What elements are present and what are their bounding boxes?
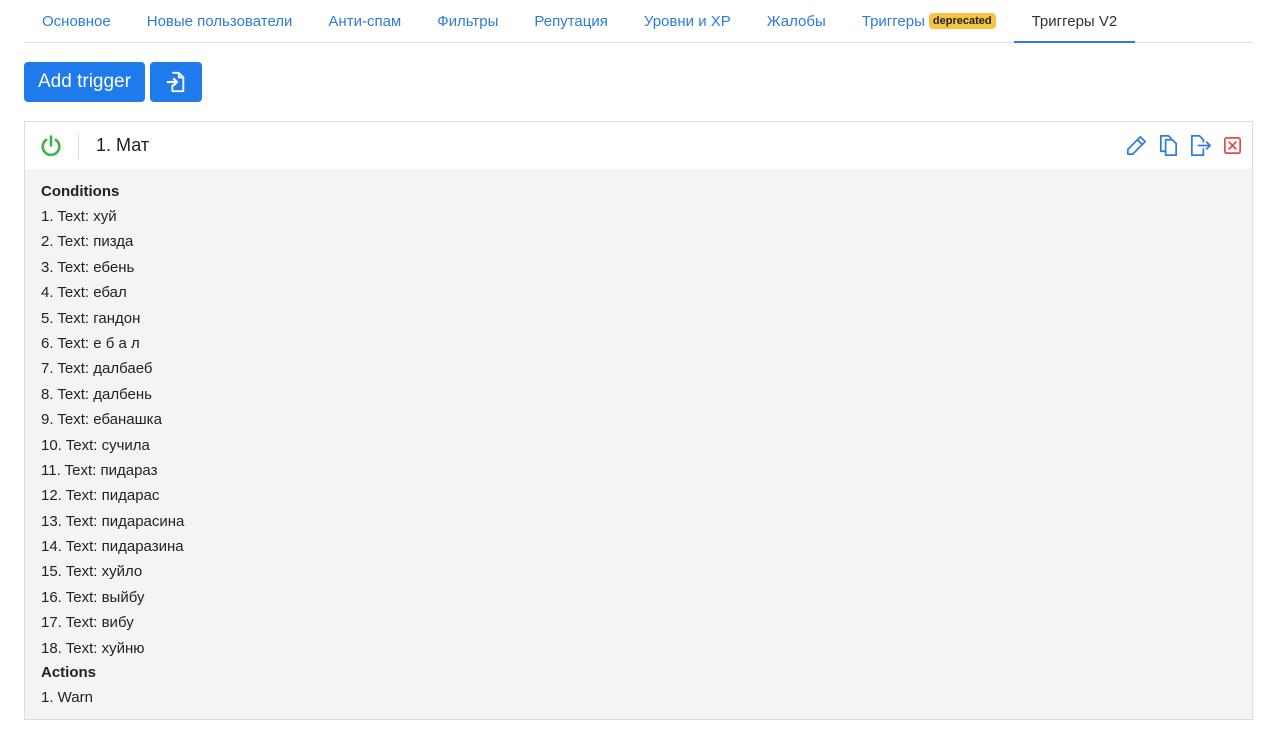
import-button[interactable] [149, 62, 202, 102]
condition-item: 8. Text: далбень [41, 385, 152, 403]
page: Основное Новые пользователи Анти-спам Фи… [0, 0, 1280, 729]
tab-triggers-v2[interactable]: Триггеры V2 [1013, 0, 1136, 43]
pencil-icon[interactable] [1125, 134, 1148, 157]
tab-complaints[interactable]: Жалобы [749, 0, 844, 42]
tab-main[interactable]: Основное [24, 0, 129, 42]
tab-new-users[interactable]: Новые пользователи [129, 0, 311, 42]
condition-item: 6. Text: е б а л [41, 334, 140, 352]
deprecated-badge: deprecated [928, 13, 996, 29]
tab-filters[interactable]: Фильтры [419, 0, 516, 42]
condition-item: 5. Text: гандон [41, 309, 141, 327]
tab-label: Основное [42, 12, 111, 30]
condition-item: 9. Text: ебанашка [41, 411, 162, 429]
condition-item: 7. Text: далбаеб [41, 360, 153, 378]
tab-label: Жалобы [766, 12, 826, 30]
tab-label: Новые пользователи [146, 12, 293, 30]
condition-item: 13. Text: пидарасина [41, 512, 185, 530]
action-item: 1. Warn [41, 689, 93, 707]
condition-item: 1. Text: хуй [41, 208, 117, 225]
condition-item: 11. Text: пидараз [41, 461, 158, 479]
toolbar: Add trigger [24, 62, 202, 102]
trigger-title: 1. Мат [96, 135, 150, 155]
trigger-card: 1. Мат Conditions 1. Text: хуй 2. Text: … [24, 121, 1253, 720]
condition-item: 18. Text: хуйню [41, 639, 145, 657]
condition-item: 17. Text: вибу [41, 614, 134, 632]
tab-anti-spam[interactable]: Анти-спам [310, 0, 419, 42]
copy-icon[interactable] [1157, 134, 1180, 157]
condition-item: 15. Text: хуйло [41, 563, 143, 581]
export-icon[interactable] [1189, 134, 1212, 157]
delete-icon[interactable] [1221, 134, 1244, 157]
file-import-icon [166, 71, 185, 93]
tab-label: Анти-спам [328, 12, 402, 30]
condition-item: 16. Text: выйбу [41, 588, 145, 606]
condition-item: 12. Text: пидарас [41, 487, 160, 505]
tab-label: Фильтры [437, 12, 499, 30]
tab-reputation[interactable]: Репутация [516, 0, 625, 42]
header-divider [78, 132, 79, 159]
add-trigger-button[interactable]: Add trigger [24, 62, 145, 102]
tab-triggers[interactable]: Триггеры deprecated [844, 0, 1014, 42]
trigger-header: 1. Мат [25, 122, 1252, 169]
power-icon[interactable] [39, 134, 63, 158]
tab-levels-xp[interactable]: Уровни и XP [626, 0, 749, 42]
condition-item: 10. Text: сучила [41, 436, 150, 454]
tab-label: Репутация [534, 12, 608, 30]
tab-label: Уровни и XP [643, 12, 731, 30]
condition-item: 3. Text: ебень [41, 258, 135, 276]
trigger-actions [1125, 134, 1244, 157]
tab-label: Триггеры [861, 12, 925, 30]
condition-item: 4. Text: ебал [41, 284, 127, 302]
actions-title: Actions [41, 664, 97, 682]
conditions-title: Conditions [41, 183, 120, 200]
condition-item: 14. Text: пидаразина [41, 538, 184, 556]
tab-label: Триггеры V2 [1031, 12, 1118, 30]
condition-item: 2. Text: пизда [41, 233, 134, 251]
tab-bar: Основное Новые пользователи Анти-спам Фи… [24, 0, 1253, 43]
trigger-body: Conditions 1. Text: хуй 2. Text: пизда 3… [25, 169, 1252, 710]
